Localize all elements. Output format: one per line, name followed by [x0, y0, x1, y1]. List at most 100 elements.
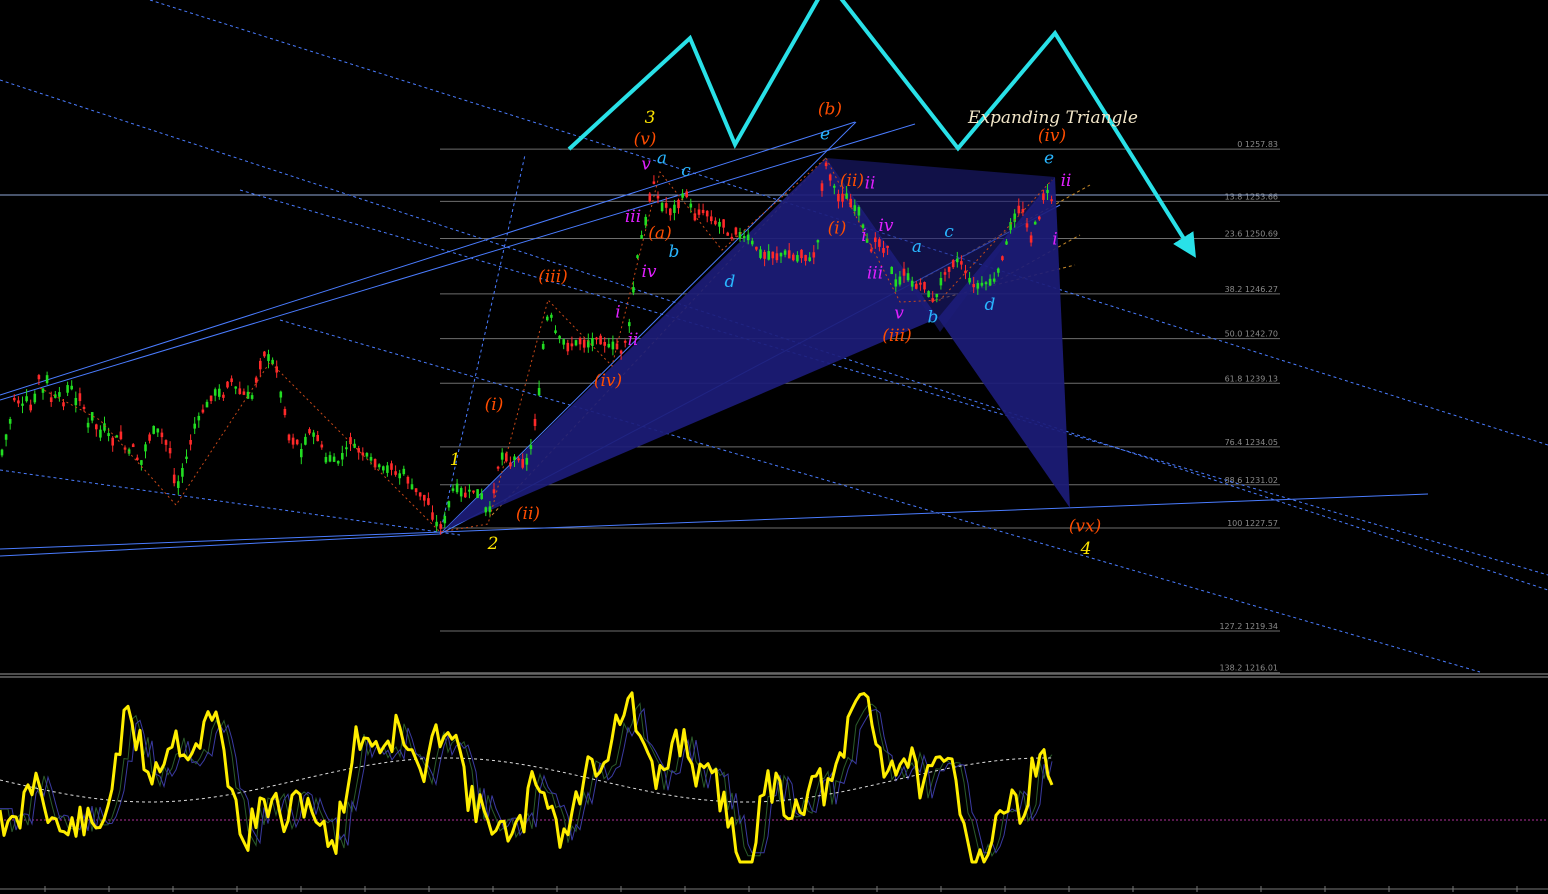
- candle-body: [177, 481, 180, 488]
- candle-body: [710, 216, 713, 222]
- candle-body: [13, 397, 16, 401]
- candle-body: [853, 205, 857, 212]
- candle-body: [894, 279, 898, 287]
- candle-body: [136, 457, 139, 461]
- candle-body: [558, 335, 561, 339]
- candle-body: [619, 350, 623, 354]
- candle-body: [148, 434, 151, 441]
- fib-label: 38.2 1246.27: [1225, 285, 1278, 294]
- fib-label: 23.6 1250.69: [1225, 230, 1278, 239]
- candle-body: [632, 287, 635, 293]
- wave-label: iii: [867, 263, 883, 283]
- candle-body: [984, 282, 988, 285]
- candle-body: [140, 460, 143, 465]
- candle-body: [628, 322, 631, 327]
- candle-body: [820, 183, 824, 191]
- candle-body: [66, 385, 69, 393]
- candle-body: [160, 432, 164, 438]
- candle-body: [726, 232, 729, 236]
- candle-body: [435, 521, 438, 527]
- candle-body: [1038, 216, 1041, 220]
- candle-body: [439, 524, 442, 529]
- candle-body: [972, 283, 975, 288]
- candle-body: [705, 210, 709, 217]
- candle-body: [759, 249, 762, 258]
- candle-body: [21, 403, 24, 406]
- wave-label: (ii): [516, 504, 540, 524]
- candle-body: [472, 490, 475, 493]
- candle-body: [808, 257, 811, 262]
- candle-body: [1033, 221, 1037, 225]
- candle-body: [689, 203, 693, 208]
- candle-body: [529, 445, 533, 450]
- candle-body: [714, 220, 717, 225]
- candle-body: [947, 266, 951, 272]
- wave-label: e: [1044, 148, 1054, 168]
- candle-body: [447, 501, 451, 508]
- candle-body: [1025, 223, 1029, 228]
- candle-body: [841, 193, 844, 202]
- candle-body: [49, 397, 53, 402]
- candle-body: [402, 468, 406, 475]
- candle-body: [464, 492, 467, 498]
- candle-body: [804, 254, 807, 261]
- candle-body: [8, 419, 12, 424]
- candle-body: [915, 283, 918, 289]
- candle-body: [263, 351, 266, 357]
- wave-label: c: [944, 222, 954, 242]
- wave-label: ii: [628, 330, 639, 350]
- fib-label: 100 1227.57: [1227, 519, 1278, 528]
- wave-label: (i): [485, 395, 504, 415]
- candle-body: [193, 423, 196, 429]
- candle-body: [295, 439, 299, 445]
- candle-body: [910, 280, 914, 287]
- candle-body: [513, 456, 516, 461]
- candle-body: [316, 435, 319, 442]
- candle-body: [718, 221, 721, 227]
- candle-body: [156, 428, 160, 433]
- candle-body: [37, 375, 41, 380]
- candle-body: [172, 474, 176, 484]
- candle-body: [345, 447, 348, 450]
- candle-body: [111, 437, 114, 446]
- candle-body: [254, 377, 258, 383]
- candle-body: [730, 236, 734, 239]
- candle-body: [230, 378, 233, 383]
- candle-body: [673, 204, 676, 213]
- wave-label: i: [861, 226, 866, 246]
- candle-body: [45, 375, 49, 384]
- candle-body: [205, 401, 209, 408]
- candle-body: [935, 293, 939, 298]
- oscillator-line: [0, 702, 1053, 857]
- candle-body: [890, 266, 893, 275]
- wave-label: 4: [1080, 539, 1092, 559]
- wave-label: (iv): [594, 371, 622, 391]
- candle-body: [570, 343, 574, 347]
- fib-label: 88.6 1231.02: [1225, 476, 1278, 485]
- candle-body: [882, 248, 885, 253]
- candle-body: [58, 392, 61, 397]
- candle-body: [980, 282, 984, 286]
- candle-body: [878, 239, 881, 247]
- candle-body: [209, 395, 213, 402]
- wave-label: a: [912, 237, 922, 257]
- candle-body: [386, 465, 389, 473]
- candle-body: [328, 455, 332, 462]
- candle-body: [369, 456, 373, 461]
- candle-body: [824, 162, 828, 167]
- candle-body: [488, 506, 492, 513]
- candle-body: [701, 209, 705, 214]
- time-axis: [0, 886, 1548, 892]
- candle-body: [185, 456, 188, 460]
- candle-body: [336, 460, 340, 464]
- candle-body: [652, 181, 656, 184]
- wave-label: d: [725, 272, 736, 292]
- candle-body: [279, 391, 283, 398]
- candle-body: [468, 489, 471, 492]
- wave-label: 2: [487, 534, 499, 554]
- candle-body: [201, 409, 205, 413]
- candle-body: [304, 436, 307, 445]
- candle-body: [119, 431, 123, 440]
- wave-label: v: [641, 155, 651, 175]
- candle-body: [599, 335, 602, 345]
